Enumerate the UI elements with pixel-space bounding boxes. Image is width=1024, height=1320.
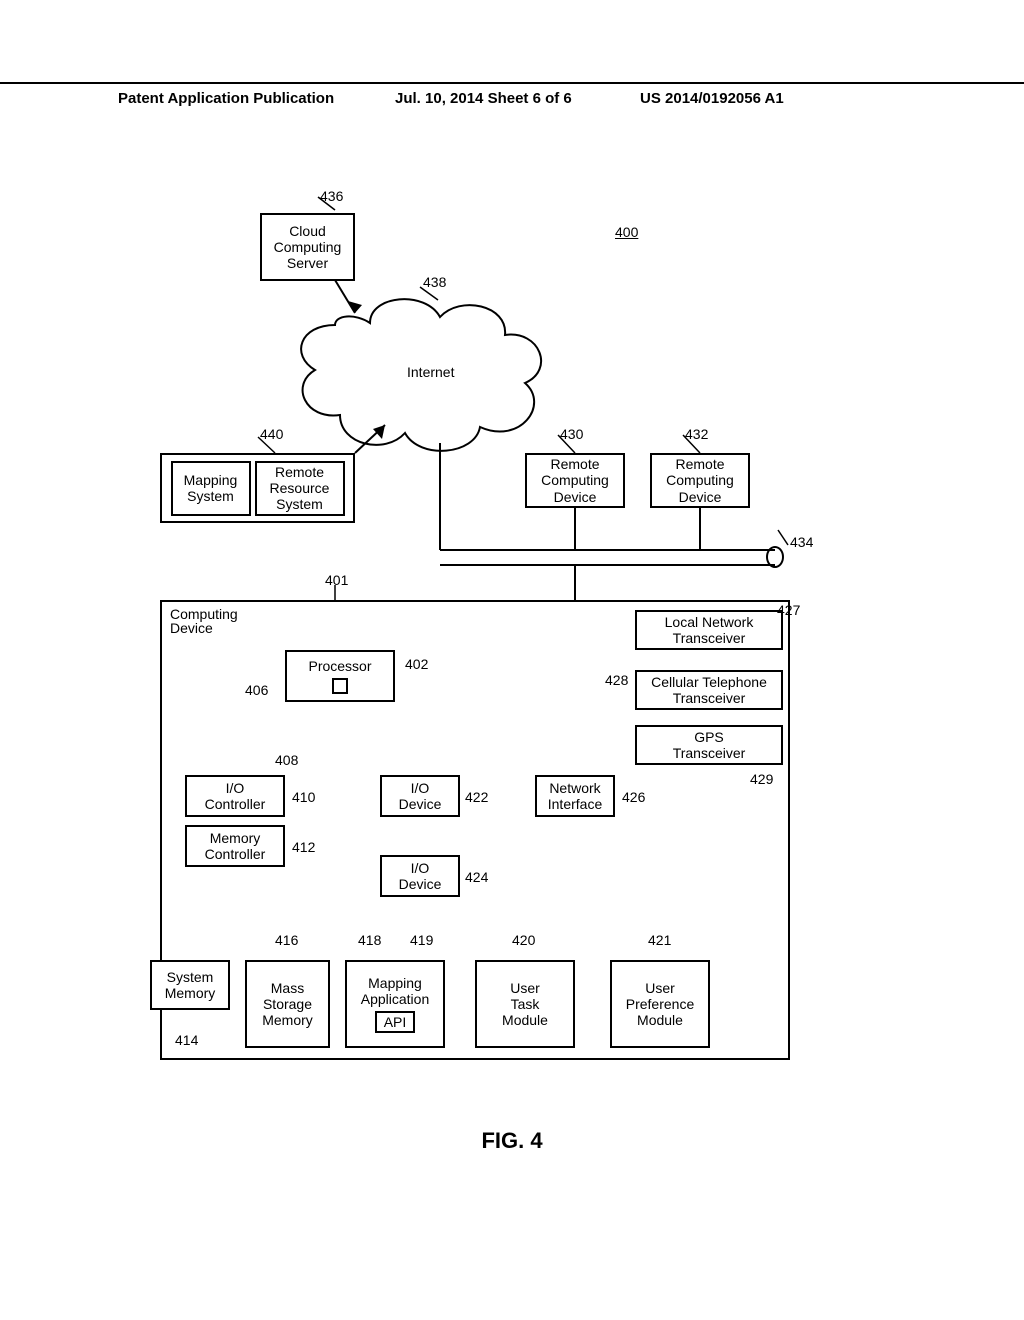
processor-core-icon	[332, 678, 348, 694]
network-interface: Network Interface	[535, 775, 615, 817]
cellular-transceiver: Cellular Telephone Transceiver	[635, 670, 783, 710]
mapping-application: Mapping Application API	[345, 960, 445, 1048]
remote-resource-system: Remote Resource System	[255, 461, 345, 516]
ref-421: 421	[648, 933, 671, 947]
ref-412: 412	[292, 840, 315, 854]
mass-storage-memory: Mass Storage Memory	[245, 960, 330, 1048]
processor: Processor	[285, 650, 395, 702]
ref-440: 440	[260, 427, 283, 441]
io-controller: I/O Controller	[185, 775, 285, 817]
local-network-transceiver: Local Network Transceiver	[635, 610, 783, 650]
mapping-system: Mapping System	[171, 461, 251, 516]
ref-410: 410	[292, 790, 315, 804]
ref-400: 400	[615, 225, 638, 239]
header-left: Patent Application Publication	[118, 90, 334, 107]
ref-436: 436	[320, 189, 343, 203]
processor-label: Processor	[308, 658, 371, 674]
ref-429: 429	[750, 772, 773, 786]
user-preference-module: User Preference Module	[610, 960, 710, 1048]
ref-424: 424	[465, 870, 488, 884]
ref-438: 438	[423, 275, 446, 289]
ref-401: 401	[325, 573, 348, 587]
header-mid: Jul. 10, 2014 Sheet 6 of 6	[395, 90, 572, 107]
internet-label: Internet	[407, 365, 454, 379]
system-memory: System Memory	[150, 960, 230, 1010]
cloud-computing-server: Cloud Computing Server	[260, 213, 355, 281]
api-box: API	[375, 1011, 415, 1033]
ref-428: 428	[605, 673, 628, 687]
ref-420: 420	[512, 933, 535, 947]
gps-transceiver: GPS Transceiver	[635, 725, 783, 765]
diagram-canvas: 400 Cloud Computing Server 436 Internet …	[160, 195, 880, 1095]
page-header: Patent Application Publication Jul. 10, …	[0, 82, 1024, 88]
io-device-2: I/O Device	[380, 855, 460, 897]
remote-computing-device-1: Remote Computing Device	[525, 453, 625, 508]
ref-416: 416	[275, 933, 298, 947]
memory-controller: Memory Controller	[185, 825, 285, 867]
figure-label: FIG. 4	[0, 1128, 1024, 1154]
ref-419: 419	[410, 933, 433, 947]
ref-426: 426	[622, 790, 645, 804]
ref-430: 430	[560, 427, 583, 441]
remote-computing-device-2: Remote Computing Device	[650, 453, 750, 508]
user-task-module: User Task Module	[475, 960, 575, 1048]
io-device-1: I/O Device	[380, 775, 460, 817]
mapping-application-label: Mapping Application	[361, 975, 430, 1007]
computing-device-label: Computing Device	[170, 607, 238, 635]
ref-434: 434	[790, 535, 813, 549]
ref-408: 408	[275, 753, 298, 767]
ref-414: 414	[175, 1033, 198, 1047]
ref-422: 422	[465, 790, 488, 804]
ref-406: 406	[245, 683, 268, 697]
ref-427: 427	[777, 603, 800, 617]
ref-402: 402	[405, 657, 428, 671]
ref-432: 432	[685, 427, 708, 441]
ref-418: 418	[358, 933, 381, 947]
header-right: US 2014/0192056 A1	[640, 90, 784, 107]
